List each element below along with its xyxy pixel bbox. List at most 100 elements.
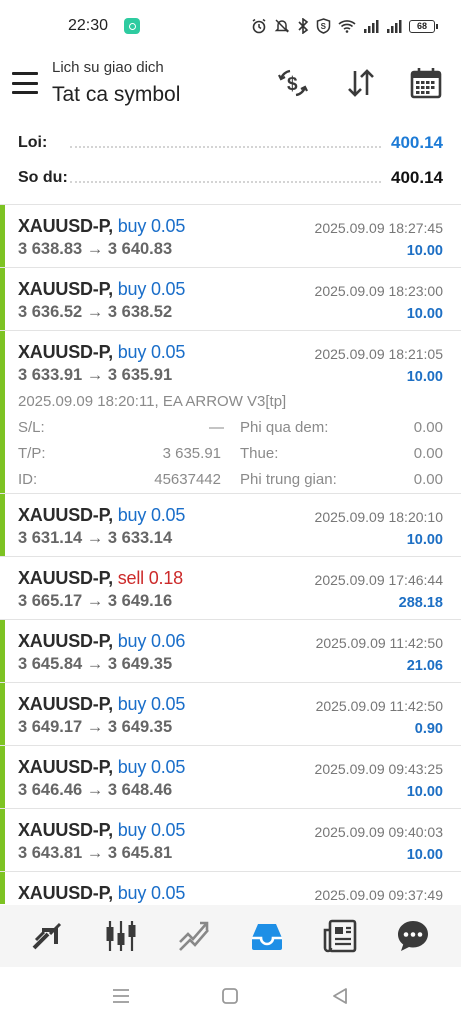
chart-icon [106,921,136,951]
page-subtitle: Lich su giao dich [52,59,164,76]
recent-apps-button[interactable] [110,985,132,1007]
deal-prices: 3 631.14 → 3 633.14 [18,529,173,547]
status-icons: S 68 [251,18,438,34]
deal-symbol: XAUUSD-P, buy 0.06 [18,631,186,651]
news-icon [323,919,357,953]
deal-symbol: XAUUSD-P, buy 0.05 [18,279,186,299]
swap-value: 0.00 [413,419,443,436]
currency-exchange-icon: $ [278,69,308,97]
alarm-icon [252,18,266,34]
deal-side: buy 0.05 [117,757,186,777]
nav-quotes[interactable] [25,913,71,959]
deal-time: 2025.09.09 09:40:03 [314,824,443,840]
currency-exchange-button[interactable]: $ [276,66,310,100]
home-button[interactable] [219,985,241,1007]
deal-symbol: XAUUSD-P, buy 0.05 [18,883,186,903]
deal-row[interactable]: XAUUSD-P, buy 0.06 3 645.84 → 3 649.35 2… [0,620,461,683]
chat-icon [397,921,428,951]
history-icon [251,924,282,950]
profit-value: 400.14 [391,133,443,152]
deal-prices: 3 645.84 → 3 649.35 [18,655,173,673]
deal-profit: 10.00 [406,532,443,548]
deal-time: 2025.09.09 09:43:25 [314,761,443,777]
deal-symbol: XAUUSD-P, buy 0.05 [18,216,186,236]
deal-side: buy 0.05 [117,505,186,525]
deal-prices: 3 646.46 → 3 648.46 [18,781,173,799]
calendar-icon [410,68,442,99]
deal-time: 2025.09.09 18:21:05 [314,346,443,362]
commission-label: Phi trung gian: [240,471,337,488]
deal-symbol: XAUUSD-P, buy 0.05 [18,820,186,840]
battery-icon: 68 [409,19,438,33]
tp-label: T/P: [18,445,46,462]
calendar-button[interactable] [409,66,443,100]
deal-time: 2025.09.09 18:23:00 [314,283,443,299]
deal-row[interactable]: XAUUSD-P, buy 0.05 3 631.14 → 3 633.14 2… [0,494,461,557]
balance-value: 400.14 [391,168,443,187]
deal-symbol: XAUUSD-P, buy 0.05 [18,505,186,525]
deal-side: buy 0.06 [117,631,186,651]
deal-prices: 3 665.17 → 3 649.16 [18,592,173,610]
symbol-filter-title[interactable]: Tat ca symbol [52,83,180,107]
tax-value: 0.00 [413,445,443,462]
nav-trade[interactable] [171,913,217,959]
app-notification-icon [124,18,141,34]
deal-side: buy 0.05 [117,279,186,299]
tax-label: Thue: [240,445,279,462]
hamburger-menu-icon[interactable] [12,72,38,94]
nav-news[interactable] [317,913,363,959]
deal-time: 2025.09.09 09:37:49 [314,887,443,903]
dotted-leader [70,146,381,148]
sl-value: — [209,419,224,436]
deal-row[interactable]: XAUUSD-P, buy 0.05 3 646.46 → 3 648.46 2… [0,746,461,809]
deal-row[interactable]: XAUUSD-P, buy 0.05 3 636.52 → 3 638.52 2… [0,268,461,331]
nav-history[interactable] [244,913,290,959]
back-button[interactable] [329,985,351,1007]
deal-time: 2025.09.09 11:42:50 [315,635,443,651]
deal-profit: 10.00 [406,306,443,322]
deal-time: 2025.09.09 17:46:44 [314,572,443,588]
sl-label: S/L: [18,419,45,436]
deal-side: sell 0.18 [117,568,183,588]
id-value: 45637442 [154,471,221,488]
deal-row-expanded[interactable]: XAUUSD-P, buy 0.05 3 633.91 → 3 635.91 2… [0,331,461,494]
account-summary: Loi: 400.14 So du: 400.14 [0,126,461,196]
deal-row[interactable]: XAUUSD-P, buy 0.05 2025.09.09 09:37:49 [0,872,461,904]
profit-row: Loi: 400.14 [0,126,461,161]
mute-icon [274,19,290,33]
deal-prices: 3 649.17 → 3 649.35 [18,718,173,736]
svg-text:$: $ [287,74,298,95]
back-icon [333,988,347,1004]
deal-row[interactable]: XAUUSD-P, buy 0.05 3 643.81 → 3 645.81 2… [0,809,461,872]
deal-row[interactable]: XAUUSD-P, buy 0.05 3 649.17 → 3 649.35 2… [0,683,461,746]
deal-details: 2025.09.09 18:20:11, EA ARROW V3[tp] S/L… [0,393,461,493]
trade-icon [179,921,210,951]
nav-chart[interactable] [98,913,144,959]
deals-list[interactable]: XAUUSD-P, buy 0.05 3 638.83 → 3 640.83 2… [0,204,461,904]
deal-prices: 3 638.83 → 3 640.83 [18,240,173,258]
shield-icon: S [316,18,331,34]
nav-chat[interactable] [390,913,436,959]
sort-button[interactable] [344,66,378,100]
deal-row[interactable]: XAUUSD-P, buy 0.05 3 638.83 → 3 640.83 2… [0,205,461,268]
deal-open-info: 2025.09.09 18:20:11, EA ARROW V3[tp] [18,393,287,410]
dotted-leader [70,181,381,183]
deal-side: buy 0.05 [117,216,186,236]
deal-time: 2025.09.09 18:20:10 [314,509,443,525]
sort-icon [348,69,374,97]
deal-side: buy 0.05 [117,694,186,714]
deal-prices: 3 643.81 → 3 645.81 [18,844,173,862]
signal-icon [387,20,402,33]
deal-profit: 0.90 [414,721,443,737]
deal-prices: 3 633.91 → 3 635.91 [18,366,173,384]
deal-symbol: XAUUSD-P, buy 0.05 [18,694,186,714]
deal-symbol: XAUUSD-P, buy 0.05 [18,342,186,362]
home-icon [222,988,238,1004]
deal-time: 2025.09.09 18:27:45 [314,220,443,236]
deal-row[interactable]: XAUUSD-P, sell 0.18 3 665.17 → 3 649.16 … [0,557,461,620]
commission-value: 0.00 [413,471,443,488]
deal-profit: 10.00 [406,243,443,259]
deal-profit: 10.00 [406,847,443,863]
system-navigation-bar [0,967,461,1024]
deal-symbol: XAUUSD-P, sell 0.18 [18,568,183,588]
